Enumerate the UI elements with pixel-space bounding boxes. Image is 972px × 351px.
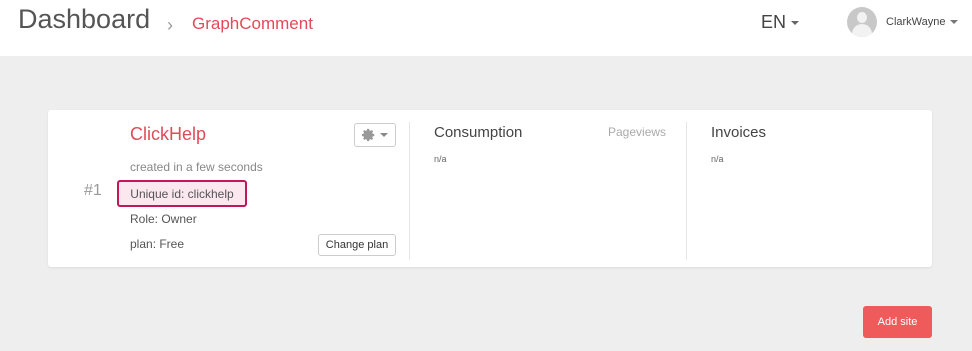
site-name[interactable]: ClickHelp xyxy=(130,124,206,145)
gear-icon xyxy=(362,128,375,142)
chevron-down-icon xyxy=(791,20,800,25)
breadcrumb-separator-icon: › xyxy=(167,15,173,35)
consumption-title: Consumption xyxy=(434,124,523,141)
pageviews-label: Pageviews xyxy=(608,125,667,139)
site-plan: plan: Free xyxy=(130,237,185,251)
top-header: Dashboard › GraphComment EN ClarkWayne xyxy=(0,0,972,56)
site-settings-button[interactable] xyxy=(354,123,396,147)
site-created-date: created in a few seconds xyxy=(130,160,263,174)
user-menu[interactable]: ClarkWayne xyxy=(847,7,958,37)
page-title: Dashboard xyxy=(18,4,151,34)
site-role: Role: Owner xyxy=(130,212,197,226)
change-plan-button[interactable]: Change plan xyxy=(318,234,396,256)
language-label: EN xyxy=(761,12,787,32)
add-site-button[interactable]: Add site xyxy=(863,306,932,338)
breadcrumb-graphcomment[interactable]: GraphComment xyxy=(192,14,313,34)
chevron-down-icon xyxy=(949,20,958,24)
divider xyxy=(686,122,687,260)
site-number: #1 xyxy=(84,182,102,199)
consumption-value: n/a xyxy=(434,154,447,164)
avatar xyxy=(847,7,877,37)
invoices-title: Invoices xyxy=(711,124,767,141)
divider xyxy=(409,122,410,260)
site-card: #1 ClickHelp created in a few seconds Un… xyxy=(48,110,932,267)
invoices-value: n/a xyxy=(711,154,724,164)
chevron-down-icon xyxy=(380,133,388,137)
unique-id-badge: Unique id: clickhelp xyxy=(117,180,247,207)
language-selector[interactable]: EN xyxy=(761,12,800,33)
username: ClarkWayne xyxy=(886,16,946,28)
